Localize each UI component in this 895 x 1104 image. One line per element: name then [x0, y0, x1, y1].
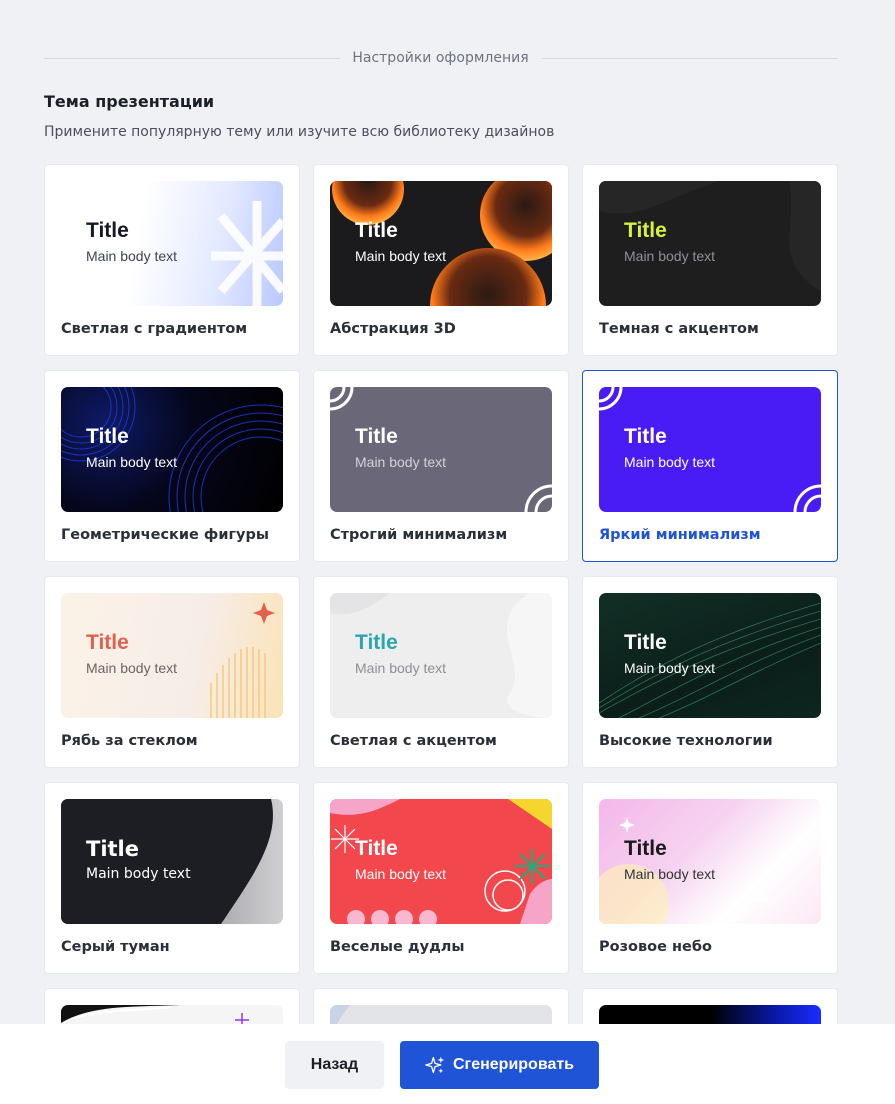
theme-thumbnail: Title Main body text [330, 181, 552, 306]
preview-title: Title [355, 219, 398, 242]
preview-title: Title [624, 837, 667, 860]
theme-name: Серый туман [61, 939, 170, 955]
preview-title: Title [355, 837, 398, 860]
fog-decoration [61, 799, 273, 924]
spheres-decoration [332, 181, 552, 306]
theme-card-dark-accent[interactable]: Title Main body text Темная с акцентом [582, 164, 838, 356]
preview-title: Title [624, 219, 667, 242]
theme-subtitle: Примените популярную тему или изучите вс… [44, 124, 555, 140]
preview-title: Title [86, 425, 129, 448]
back-button[interactable]: Назад [285, 1041, 384, 1089]
theme-thumbnail: Title Main body text [330, 799, 552, 924]
preview-body: Main body text [624, 248, 716, 264]
wave-decoration [599, 181, 821, 291]
preview-title: Title [624, 425, 667, 448]
theme-name: Светлая с градиентом [61, 321, 248, 337]
preview-title: Title [86, 837, 140, 861]
theme-thumbnail: Title Main body text [61, 387, 283, 512]
theme-heading: Тема презентации [44, 92, 215, 111]
generate-button[interactable]: Сгенерировать [400, 1041, 599, 1089]
preview-body: Main body text [355, 866, 447, 882]
rings-decoration [330, 387, 552, 512]
glow-decoration [599, 817, 769, 924]
rings-decoration [599, 387, 821, 512]
theme-card-light-accent[interactable]: Title Main body text Светлая с акцентом [313, 576, 569, 768]
preview-body: Main body text [355, 454, 447, 470]
doodles-decoration [330, 799, 552, 924]
section-divider: Настройки оформления [44, 48, 837, 68]
theme-card-glass-ripple[interactable]: Title Main body text Рябь за стеклом [44, 576, 300, 768]
theme-thumbnail: Title Main body text [61, 181, 283, 306]
divider-line-left [44, 57, 341, 59]
preview-body: Main body text [624, 660, 716, 676]
preview-title: Title [355, 631, 398, 654]
preview-body: Main body text [624, 866, 716, 882]
sparkles-icon [425, 1056, 445, 1074]
theme-name: Веселые дудлы [330, 939, 465, 955]
theme-thumbnail: Title Main body text [61, 799, 283, 924]
theme-thumbnail: Title Main body text [330, 593, 552, 718]
theme-name: Темная с акцентом [599, 321, 759, 337]
theme-card-fun-doodles[interactable]: Title Main body text Веселые дудлы [313, 782, 569, 974]
footer-bar: Назад Сгенерировать [0, 1024, 895, 1104]
theme-thumbnail: Title Main body text [599, 593, 821, 718]
preview-body: Main body text [86, 454, 178, 470]
preview-title: Title [86, 631, 129, 654]
theme-card-geometric[interactable]: Title Main body text Геометрические фигу… [44, 370, 300, 562]
theme-name: Светлая с акцентом [330, 733, 497, 749]
preview-title: Title [624, 631, 667, 654]
theme-thumbnail: Title Main body text [599, 799, 821, 924]
section-label: Настройки оформления [352, 50, 529, 66]
divider-line-right [540, 57, 837, 59]
preview-body: Main body text [355, 660, 447, 676]
theme-card-grey-fog[interactable]: Title Main body text Серый туман [44, 782, 300, 974]
preview-body: Main body text [355, 248, 447, 264]
blob-decoration [330, 593, 552, 718]
preview-title: Title [86, 219, 129, 242]
theme-thumbnail: Title Main body text [330, 387, 552, 512]
theme-card-bright-minimalism[interactable]: Title Main body text Яркий минимализм [582, 370, 838, 562]
preview-body: Main body text [86, 866, 191, 882]
theme-name: Строгий минимализм [330, 527, 508, 543]
preview-body: Main body text [86, 660, 178, 676]
theme-card-pink-sky[interactable]: Title Main body text Розовое небо [582, 782, 838, 974]
preview-title: Title [355, 425, 398, 448]
theme-grid: Title Main body text Светлая с градиенто… [44, 164, 839, 1104]
generate-label: Сгенерировать [452, 1056, 575, 1073]
theme-thumbnail: Title Main body text [599, 181, 821, 306]
theme-card-high-tech[interactable]: Title Main body text Высокие технологии [582, 576, 838, 768]
preview-body: Main body text [624, 454, 716, 470]
star-icon [253, 602, 275, 624]
theme-name: Розовое небо [599, 939, 712, 955]
theme-name: Геометрические фигуры [61, 527, 269, 543]
theme-name: Абстракция 3D [330, 321, 456, 337]
theme-name: Яркий минимализм [599, 527, 761, 543]
wave-lines-decoration [599, 602, 821, 718]
theme-thumbnail: Title Main body text [61, 593, 283, 718]
theme-thumbnail: Title Main body text [599, 387, 821, 512]
theme-card-strict-minimalism[interactable]: Title Main body text Строгий минимализм [313, 370, 569, 562]
preview-body: Main body text [86, 248, 178, 264]
sparkle-decoration [211, 201, 283, 306]
theme-name: Высокие технологии [599, 733, 773, 749]
arcs-decoration [61, 387, 283, 512]
stripes-decoration [210, 602, 275, 718]
theme-card-light-gradient[interactable]: Title Main body text Светлая с градиенто… [44, 164, 300, 356]
theme-card-abstract-3d[interactable]: Title Main body text Абстракция 3D [313, 164, 569, 356]
theme-name: Рябь за стеклом [61, 733, 198, 749]
